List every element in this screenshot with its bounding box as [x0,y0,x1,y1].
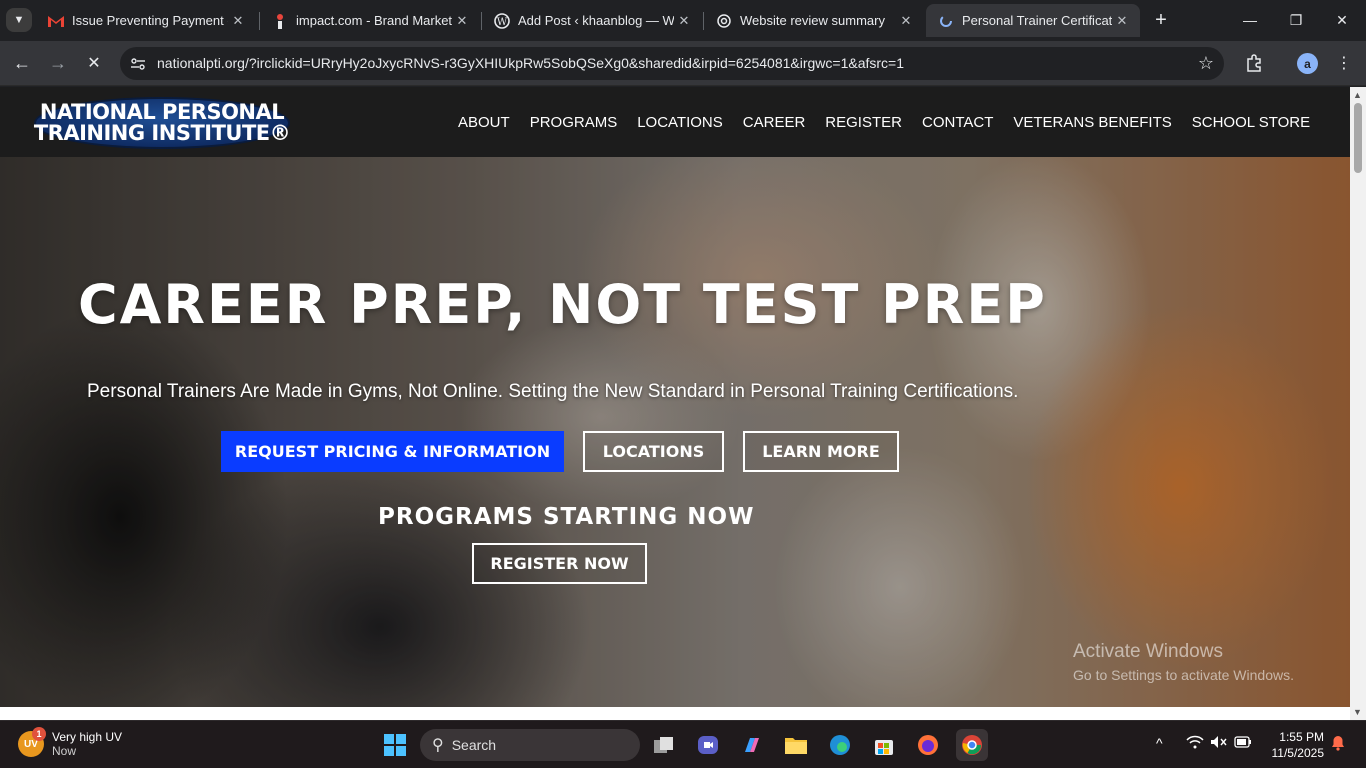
tab-nationalpti[interactable]: Personal Trainer Certificatio ✕ [926,4,1140,37]
uv-sun-icon: UV 1 [18,727,46,757]
hero-banner: CAREER PREP, NOT TEST PREP Personal Trai… [0,157,1350,707]
nav-register[interactable]: REGISTER [825,114,902,131]
weather-time: Now [52,744,77,758]
minimize-icon[interactable]: — [1230,6,1270,34]
clock-time: 1:55 PM [1279,730,1324,744]
tab-title: Website review summary [740,13,885,28]
new-tab-plus-icon[interactable]: + [1150,8,1172,32]
meet-video-icon[interactable] [692,729,724,761]
extensions-icon[interactable] [1240,50,1268,76]
wifi-icon[interactable] [1186,735,1204,752]
scroll-down-icon[interactable]: ▼ [1353,707,1362,717]
svg-text:W: W [497,17,508,28]
chatgpt-icon [716,13,732,29]
taskbar-search[interactable]: ⚲ Search [420,729,640,761]
nav-career[interactable]: CAREER [743,114,806,131]
clock-date: 11/5/2025 [1271,746,1325,760]
windows-taskbar: UV 1 Very high UV Now ⚲ Search ^ 1:55 PM… [0,720,1366,768]
tab-title: impact.com - Brand Marketp [296,13,452,28]
tab-wordpress[interactable]: W Add Post ‹ khaanblog — Wo ✕ [482,4,702,37]
close-icon[interactable]: ✕ [228,13,248,29]
web-page: NATIONAL PERSONAL TRAINING INSTITUTE® AB… [0,87,1350,707]
forward-arrow-icon[interactable]: → [44,50,72,76]
notification-bell-icon[interactable] [1331,735,1345,754]
request-pricing-button[interactable]: REQUEST PRICING & INFORMATION [221,431,564,472]
bookmark-star-icon[interactable]: ☆ [1198,53,1214,74]
close-icon[interactable]: ✕ [452,13,472,29]
impact-icon [272,13,288,29]
weather-widget[interactable]: UV 1 Very high UV Now [18,727,123,758]
site-info-icon[interactable] [128,54,148,74]
firefox-icon[interactable] [912,729,944,761]
loading-icon [938,13,954,29]
taskbar-clock[interactable]: 1:55 PM 11/5/2025 [1262,729,1325,761]
profile-avatar[interactable]: a [1297,53,1318,74]
npti-logo[interactable]: NATIONAL PERSONAL TRAINING INSTITUTE® [33,97,291,149]
gmail-icon [48,13,64,29]
tab-chatgpt[interactable]: Website review summary ✕ [704,4,924,37]
watermark-title: Activate Windows [1073,641,1223,662]
volume-muted-icon[interactable] [1210,735,1228,752]
edge-icon[interactable] [824,729,856,761]
close-icon[interactable]: ✕ [896,13,916,29]
scrollbar-thumb[interactable] [1354,103,1362,173]
nav-contact[interactable]: CONTACT [922,114,993,131]
notification-badge: 1 [32,727,46,741]
nav-veterans-benefits[interactable]: VETERANS BENEFITS [1013,114,1171,131]
logo-line-1: NATIONAL PERSONAL [39,100,285,124]
search-icon: ⚲ [432,737,444,754]
browser-toolbar: ← → ✕ nationalpti.org/?irclickid=URryHy2… [0,41,1366,86]
hero-subtitle: Personal Trainers Are Made in Gyms, Not … [87,381,1019,402]
learn-more-button[interactable]: LEARN MORE [743,431,899,472]
programs-starting-heading: PROGRAMS STARTING NOW [378,504,755,530]
nav-school-store[interactable]: SCHOOL STORE [1192,114,1310,131]
tab-impact[interactable]: impact.com - Brand Marketp ✕ [260,4,480,37]
locations-button[interactable]: LOCATIONS [583,431,724,472]
nav-programs[interactable]: PROGRAMS [530,114,618,131]
site-header: NATIONAL PERSONAL TRAINING INSTITUTE® AB… [0,87,1350,157]
page-scrollbar[interactable]: ▲ ▼ [1350,87,1366,720]
url-text[interactable]: nationalpti.org/?irclickid=URryHy2oJxycR… [157,55,904,71]
more-menu-icon[interactable]: ⋮ [1330,50,1358,76]
weather-title: Very high UV [52,730,123,744]
tab-gmail[interactable]: Issue Preventing Payment - I ✕ [36,4,256,37]
restore-icon[interactable]: ❐ [1276,6,1316,34]
search-label: Search [451,737,497,753]
tab-title: Personal Trainer Certificatio [962,13,1112,28]
file-explorer-icon[interactable] [780,729,812,761]
battery-icon[interactable] [1234,735,1252,751]
tab-strip: ▼ Issue Preventing Payment - I ✕ impact.… [0,0,1366,41]
nav-about[interactable]: ABOUT [458,114,510,131]
window-close-icon[interactable]: ✕ [1322,6,1362,34]
tab-title: Add Post ‹ khaanblog — Wo [518,13,674,28]
nav-locations[interactable]: LOCATIONS [637,114,723,131]
wordpress-icon: W [494,12,510,29]
store-icon[interactable] [868,729,900,761]
hero-title: CAREER PREP, NOT TEST PREP [78,273,1047,336]
logo-line-2: TRAINING INSTITUTE® [33,121,291,145]
scroll-up-icon[interactable]: ▲ [1353,90,1362,100]
address-bar[interactable]: nationalpti.org/?irclickid=URryHy2oJxycR… [120,47,1224,80]
tray-chevron-up-icon[interactable]: ^ [1156,735,1163,751]
tab-search-chevron-icon[interactable]: ▼ [6,8,32,32]
windows-start-icon[interactable] [379,729,411,761]
page-bottom-strip [0,707,1350,720]
stop-loading-icon[interactable]: ✕ [80,50,108,76]
task-view-icon[interactable] [648,729,680,761]
copilot-icon[interactable] [736,729,768,761]
tab-title: Issue Preventing Payment - I [72,13,228,28]
register-now-button[interactable]: REGISTER NOW [472,543,647,584]
main-nav: ABOUT PROGRAMS LOCATIONS CAREER REGISTER… [458,114,1310,131]
windows-activation-watermark: Activate Windows Go to Settings to activ… [1073,641,1294,683]
back-arrow-icon[interactable]: ← [8,50,36,76]
watermark-subtitle: Go to Settings to activate Windows. [1073,667,1294,683]
close-icon[interactable]: ✕ [1112,13,1132,29]
chrome-icon[interactable] [956,729,988,761]
close-icon[interactable]: ✕ [674,13,694,29]
